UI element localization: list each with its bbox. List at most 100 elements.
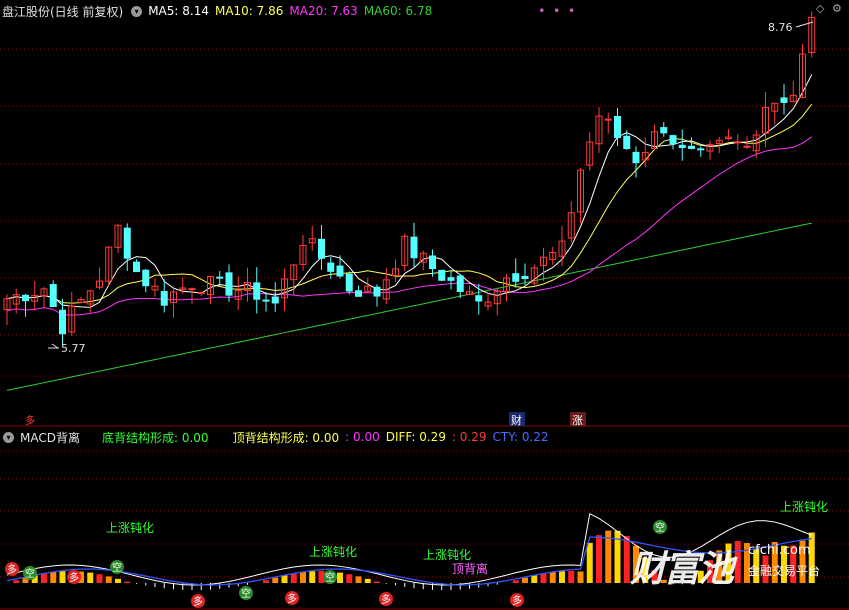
ma5-line [6, 74, 813, 308]
macd-bar [568, 571, 575, 583]
ma10-line [6, 103, 813, 304]
macd-bar [124, 581, 131, 583]
candle-body [429, 255, 436, 270]
kong-text: 空 [112, 561, 122, 574]
macd-bar [355, 576, 362, 583]
candle-body [160, 291, 168, 306]
macd-label: 上涨钝化 [309, 544, 357, 559]
watermark: 财富池 cfchi.com 金融交易平台 [630, 540, 830, 590]
macd-bar [281, 575, 288, 583]
candle-body [743, 145, 751, 148]
macd-bar [272, 577, 279, 583]
macd-bar [115, 578, 121, 583]
macd-bar [50, 571, 57, 583]
candle-body [669, 135, 677, 145]
watermark-brand: 财富池 [630, 549, 734, 590]
candle-body [133, 261, 140, 273]
kong-text: 空 [325, 571, 335, 584]
macd-label: 上涨钝化 [423, 547, 471, 562]
macd-bar [309, 571, 316, 583]
ma-path [6, 103, 813, 304]
candle-body [225, 272, 233, 296]
candle-body [678, 144, 686, 149]
candle-body [355, 290, 362, 297]
kong-text: 空 [241, 587, 251, 600]
macd-bar [59, 571, 66, 583]
low-arrow [51, 343, 59, 349]
macd-bar [96, 574, 103, 583]
macd-bar [13, 580, 20, 583]
candle-body [142, 269, 150, 287]
macd-bar [263, 580, 269, 583]
macd-bar [549, 572, 556, 583]
ma-path [6, 74, 813, 308]
macd-label: 顶背离 [452, 561, 488, 576]
candle-body [456, 275, 464, 292]
limit-up-tag[interactable]: 涨 [572, 414, 583, 427]
candle-body [660, 127, 668, 134]
kong-text: 空 [25, 567, 35, 580]
candle-body [373, 286, 381, 297]
candle-body [623, 135, 631, 149]
high-arrow [795, 21, 814, 28]
candle-body [216, 276, 224, 279]
candle-body [410, 236, 418, 259]
macd-bar [596, 535, 602, 583]
duo-text: 多 [7, 563, 17, 576]
watermark-sub: 金融交易平台 [748, 564, 821, 578]
macd-bar [364, 578, 371, 583]
kline-chart[interactable]: 8.76 5.77 多 财 涨 上涨钝化上涨钝化 上涨钝化顶背离上涨钝化空空空空空… [0, 0, 849, 610]
macd-bar [623, 536, 630, 583]
candle-body [336, 265, 344, 277]
candle-body [188, 288, 196, 291]
macd-bar [512, 580, 519, 583]
candle-body [123, 227, 131, 259]
grid-lines [0, 48, 849, 578]
duo-text: 多 [381, 593, 391, 606]
candle-body [271, 296, 279, 304]
macd-bar [300, 572, 306, 583]
macd-bar [290, 573, 297, 583]
macd-bar [41, 573, 47, 583]
candle-body [345, 273, 353, 292]
candle-body [475, 295, 483, 302]
candle-body [262, 299, 270, 302]
candle-body [512, 273, 520, 282]
macd-label: 上涨钝化 [106, 520, 154, 535]
signal-tag-left: 多 [25, 414, 35, 427]
candle-body [521, 275, 529, 280]
macd-bar [87, 572, 94, 583]
candle-body [22, 294, 29, 302]
candle-body [59, 309, 66, 335]
macd-bar [522, 577, 528, 583]
watermark-site: cfchi.com [748, 543, 811, 558]
candle-body [197, 291, 205, 294]
macd-bar [346, 574, 353, 583]
macd-bar [531, 575, 538, 583]
candle-body [614, 115, 621, 138]
duo-text: 多 [193, 595, 203, 608]
kong-text: 空 [655, 521, 665, 534]
candle-body [253, 282, 261, 300]
candle-body [632, 151, 640, 164]
candle-body [734, 141, 742, 144]
candle-body [49, 284, 57, 308]
candle-body [438, 269, 446, 281]
candle-body [780, 97, 788, 103]
duo-text: 多 [69, 571, 79, 584]
macd-bar [105, 576, 112, 583]
candle-body [318, 238, 325, 259]
macd-bar [337, 572, 343, 583]
macd-bar [540, 573, 547, 583]
candle-body [688, 145, 695, 149]
high-price-label: 8.76 [768, 21, 793, 34]
candle-body [327, 262, 335, 272]
low-price-label: 5.77 [61, 342, 86, 355]
macd-bar [586, 542, 593, 583]
candlesticks[interactable] [3, 11, 816, 346]
macd-bar [374, 581, 380, 583]
candle-body [447, 277, 455, 281]
earnings-tag[interactable]: 财 [511, 413, 522, 427]
macd-bar [577, 571, 584, 583]
duo-text: 多 [287, 592, 297, 605]
